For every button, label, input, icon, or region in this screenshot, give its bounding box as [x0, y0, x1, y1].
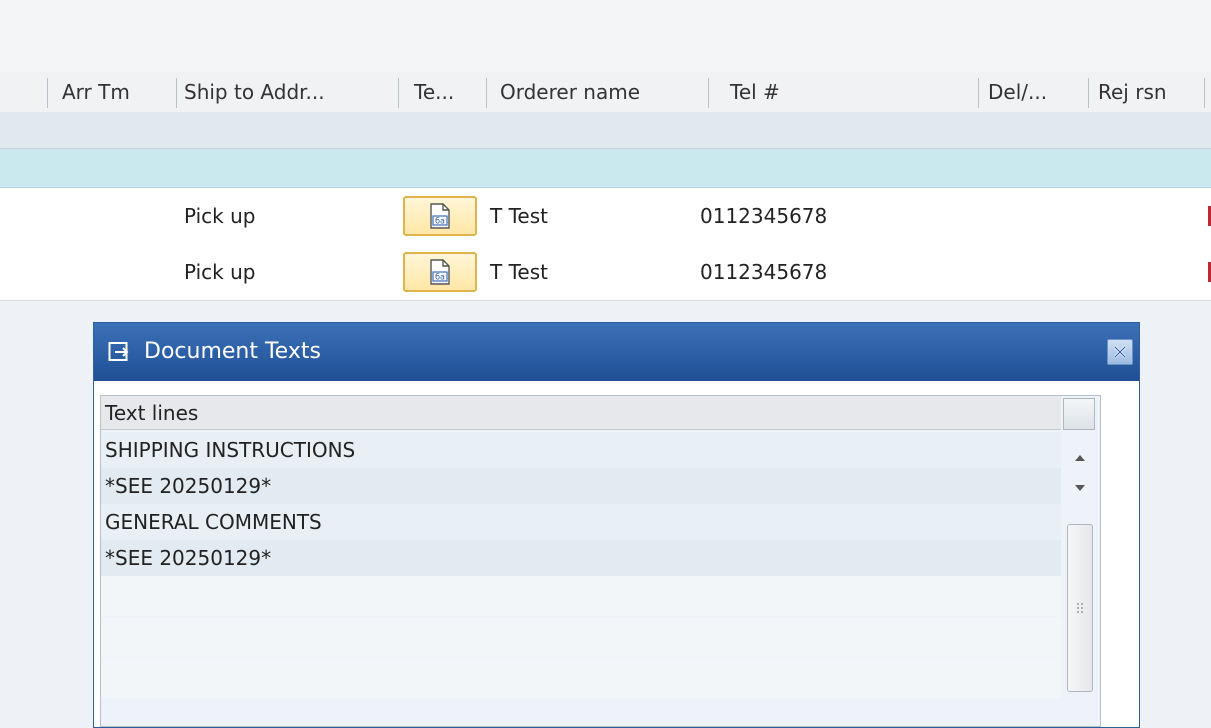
column-header-arr-tm[interactable]: Arr Tm — [62, 72, 130, 112]
dialog-title-bar[interactable]: Document Texts — [94, 323, 1139, 381]
column-separator[interactable] — [978, 78, 979, 108]
empty-line[interactable] — [101, 658, 1061, 698]
text-line[interactable]: *SEE 20250129* — [101, 540, 1061, 576]
text-lines-header[interactable]: Text lines — [101, 396, 1061, 430]
triangle-down-icon — [1075, 485, 1085, 491]
column-separator[interactable] — [398, 78, 399, 108]
document-text-button[interactable]: ба — [403, 252, 477, 292]
telephone-cell: 0112345678 — [700, 260, 828, 284]
dialog-title: Document Texts — [144, 339, 321, 364]
triangle-up-icon — [1075, 455, 1085, 461]
column-separator[interactable] — [1088, 78, 1089, 108]
column-separator[interactable] — [176, 78, 177, 108]
document-text-icon: ба — [430, 203, 450, 229]
ship-to-cell: Pick up — [184, 260, 256, 284]
column-header-rej-rsn[interactable]: Rej rsn — [1098, 72, 1167, 112]
scroll-thumb[interactable] — [1067, 524, 1093, 692]
column-separator[interactable] — [1204, 78, 1205, 108]
column-header-del[interactable]: Del/... — [988, 72, 1047, 112]
document-texts-dialog: Document Texts Text lines SHIPPING INSTR… — [93, 322, 1140, 728]
document-link-icon — [108, 342, 129, 361]
grip-icon — [1077, 603, 1083, 613]
table-row-empty[interactable] — [0, 112, 1211, 149]
toolbar-area — [0, 0, 1211, 72]
close-button[interactable] — [1107, 339, 1133, 365]
table-row[interactable]: Pick up ба T Test 0112345678 — [0, 244, 1211, 300]
table-header: Arr Tm Ship to Addr... Te... Orderer nam… — [0, 72, 1211, 113]
dialog-body: Text lines SHIPPING INSTRUCTIONS *SEE 20… — [94, 381, 1139, 727]
column-header-orderer-name[interactable]: Orderer name — [500, 72, 640, 112]
column-separator[interactable] — [486, 78, 487, 108]
close-icon — [1114, 346, 1126, 358]
empty-line[interactable] — [101, 617, 1061, 657]
column-header-ship-to-address[interactable]: Ship to Addr... — [184, 72, 325, 112]
document-text-icon: ба — [430, 259, 450, 285]
column-separator[interactable] — [47, 78, 48, 108]
table-row-selected[interactable] — [0, 149, 1211, 188]
document-text-button[interactable]: ба — [403, 196, 477, 236]
text-line[interactable]: GENERAL COMMENTS — [101, 504, 1061, 540]
svg-text:ба: ба — [435, 217, 445, 226]
text-line[interactable]: *SEE 20250129* — [101, 468, 1061, 504]
scroll-down-button[interactable] — [1063, 476, 1097, 500]
empty-line[interactable] — [101, 576, 1061, 616]
column-separator[interactable] — [708, 78, 709, 108]
scroll-up-button[interactable] — [1063, 446, 1097, 470]
orderer-name-cell: T Test — [490, 260, 548, 284]
svg-text:ба: ба — [435, 273, 445, 282]
table-body: Pick up ба T Test 0112345678 Pick up ба … — [0, 188, 1211, 301]
text-line[interactable]: SHIPPING INSTRUCTIONS — [101, 432, 1061, 468]
orderer-name-cell: T Test — [490, 204, 548, 228]
table-row[interactable]: Pick up ба T Test 0112345678 — [0, 188, 1211, 244]
telephone-cell: 0112345678 — [700, 204, 828, 228]
grid-settings-button[interactable] — [1063, 398, 1095, 430]
vertical-scrollbar[interactable] — [1063, 432, 1097, 728]
column-header-text[interactable]: Te... — [414, 72, 454, 112]
ship-to-cell: Pick up — [184, 204, 256, 228]
column-header-tel[interactable]: Tel # — [730, 72, 780, 112]
text-lines-grid: Text lines SHIPPING INSTRUCTIONS *SEE 20… — [100, 395, 1101, 727]
